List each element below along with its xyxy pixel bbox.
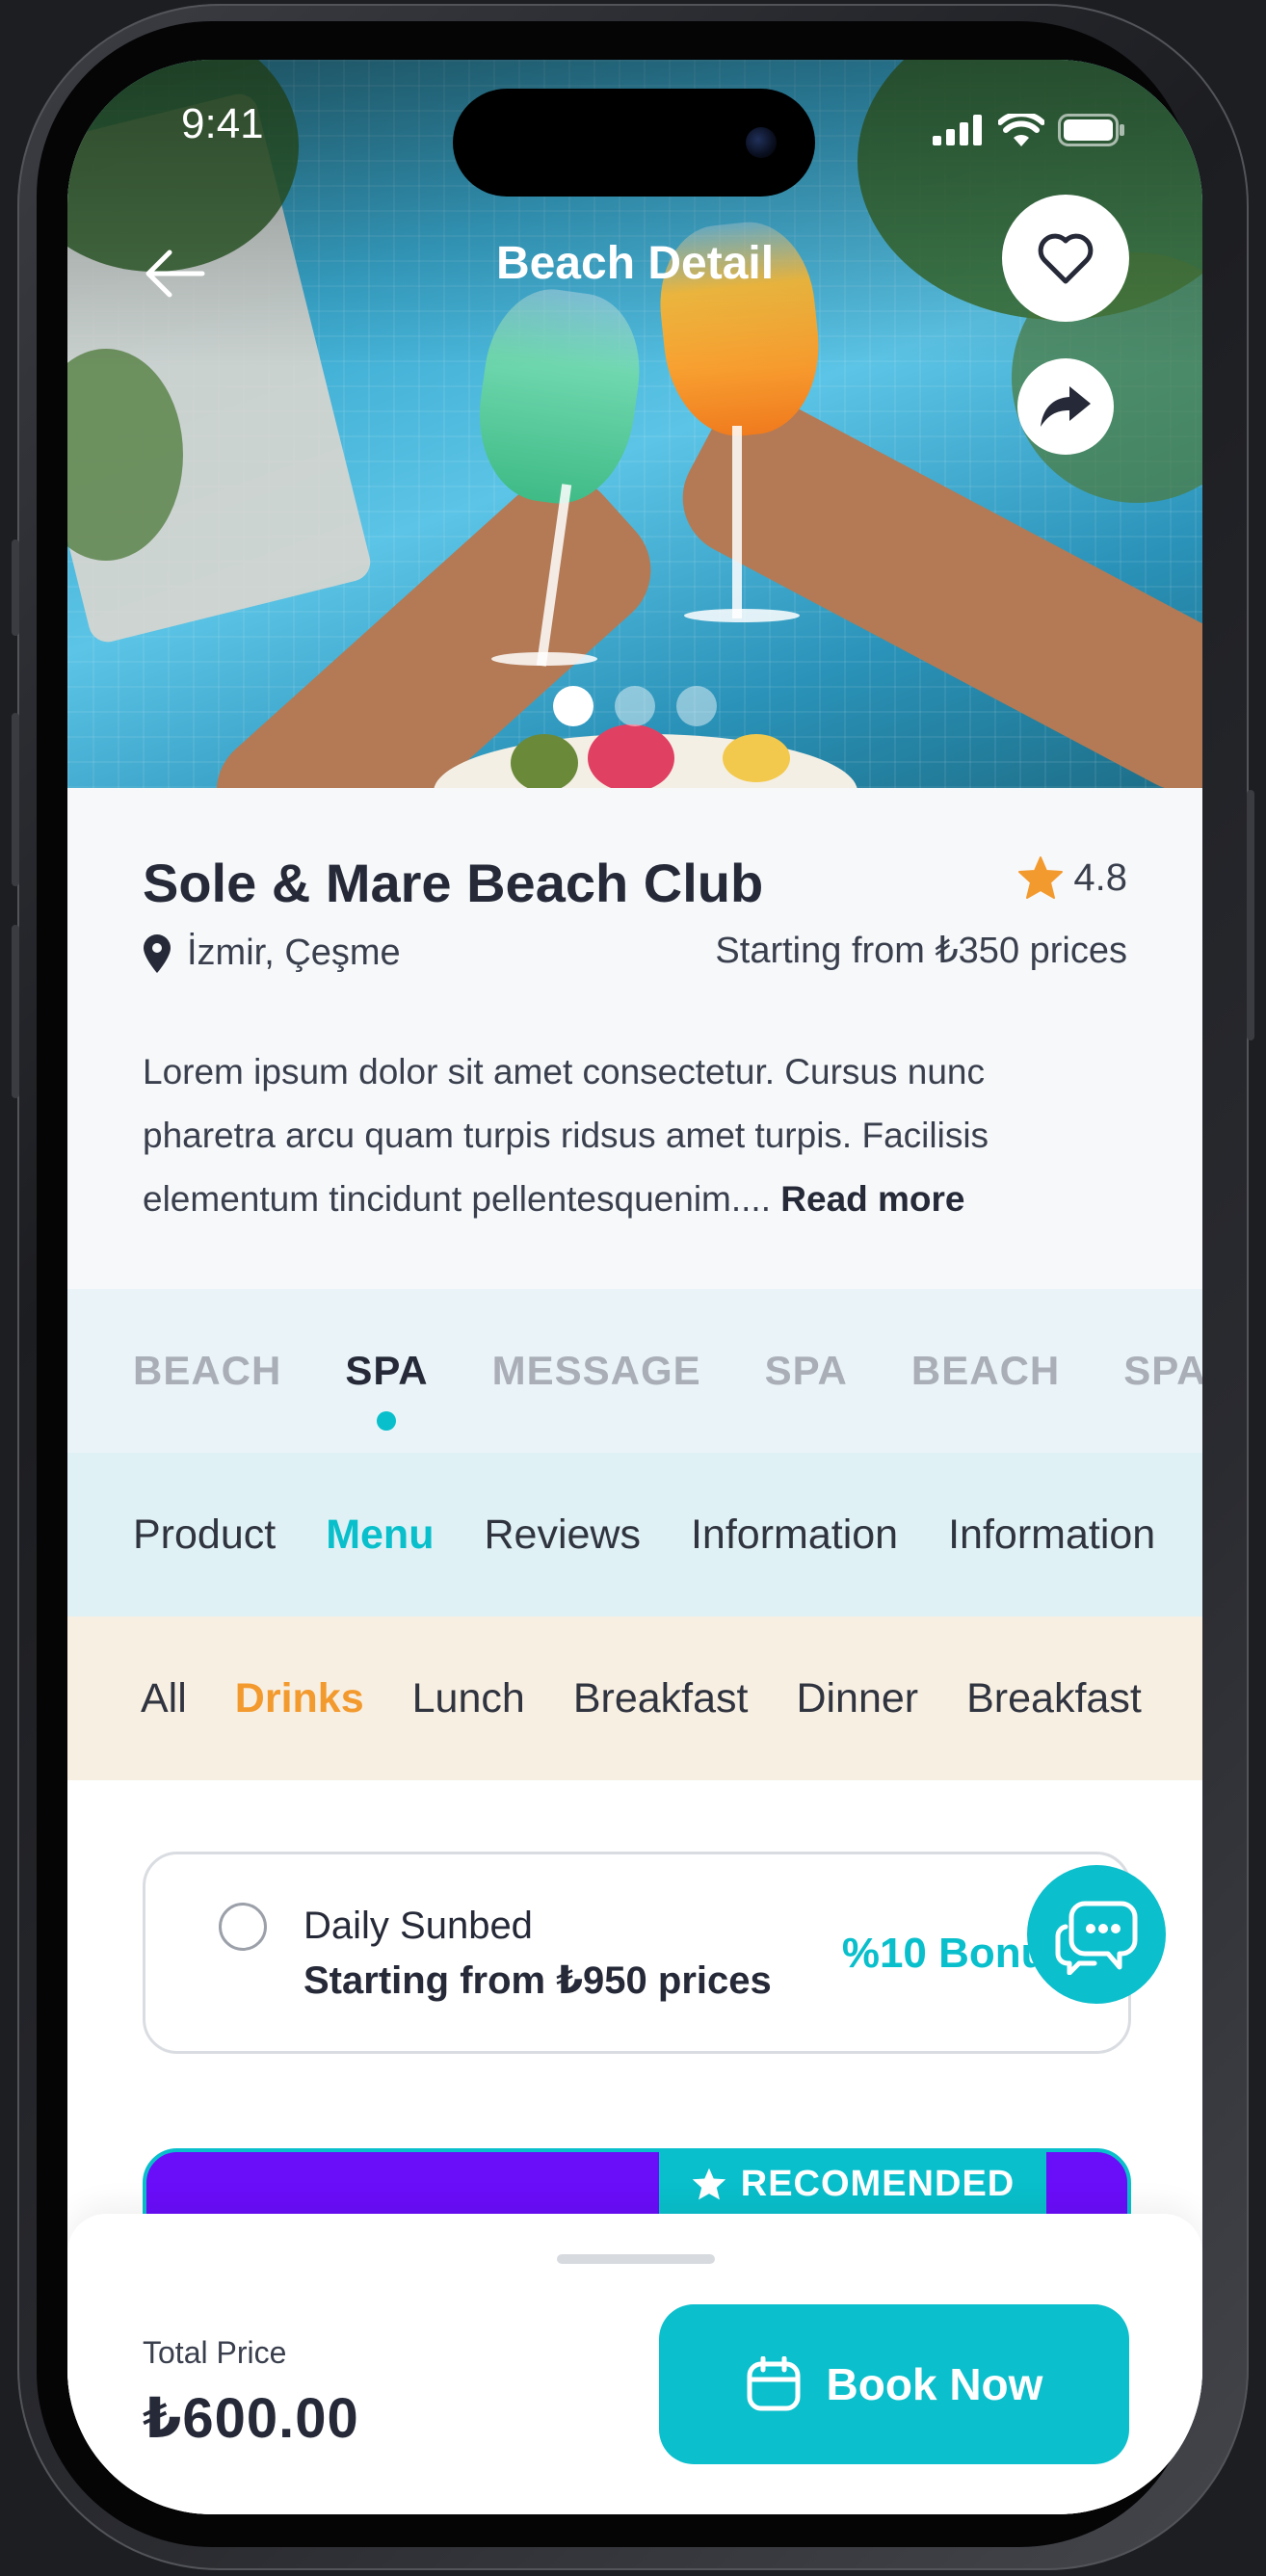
share-arrow-icon	[1041, 386, 1091, 427]
active-tab-indicator	[377, 1411, 397, 1431]
filter-drinks[interactable]: Drinks	[235, 1675, 364, 1722]
tab-reviews[interactable]: Reviews	[484, 1511, 641, 1559]
tab-information-2[interactable]: Information	[948, 1511, 1155, 1559]
carousel-dot[interactable]	[676, 686, 717, 726]
chat-bubbles-icon	[1055, 1901, 1138, 1975]
status-icons	[933, 114, 1125, 146]
tab-beach[interactable]: BEACH	[133, 1348, 281, 1394]
tab-product[interactable]: Product	[133, 1511, 276, 1559]
rating: 4.8	[1017, 855, 1127, 900]
menu-filter-tabs: All Drinks Lunch Breakfast Dinner Breakf…	[67, 1617, 1202, 1780]
filter-all[interactable]: All	[141, 1675, 187, 1722]
heart-icon	[1038, 233, 1094, 284]
venue-name: Sole & Mare Beach Club	[143, 853, 764, 913]
read-more-link[interactable]: Read more	[780, 1179, 964, 1219]
status-time: 9:41	[181, 100, 264, 147]
star-icon	[692, 2168, 725, 2200]
side-button-silent	[12, 539, 19, 636]
total-price-label: Total Price	[143, 2335, 287, 2370]
description: Lorem ipsum dolor sit amet consectetur. …	[143, 1040, 1125, 1231]
side-button-volume-down	[12, 925, 19, 1098]
tab-beach-2[interactable]: BEACH	[911, 1348, 1060, 1394]
carousel-dot[interactable]	[615, 686, 655, 726]
favorite-button[interactable]	[1002, 195, 1129, 322]
dynamic-island	[453, 89, 815, 197]
star-icon	[1018, 856, 1064, 899]
filter-lunch[interactable]: Lunch	[412, 1675, 525, 1722]
tab-message[interactable]: MESSAGE	[492, 1348, 701, 1394]
recommended-badge: RECOMENDED	[659, 2152, 1046, 2216]
section-tabs: Product Menu Reviews Information Informa…	[67, 1453, 1202, 1617]
carousel-dots[interactable]	[553, 686, 717, 726]
sheet-grabber[interactable]	[557, 2254, 715, 2264]
category-tabs: BEACH SPA MESSAGE SPA BEACH SPA	[67, 1289, 1202, 1453]
total-price-value: ₺600.00	[143, 2387, 359, 2450]
tab-menu[interactable]: Menu	[326, 1511, 434, 1559]
tab-spa[interactable]: SPA	[345, 1348, 429, 1431]
app-screen: 9:41 Beach Detail Sole & Mare Beach Club…	[67, 60, 1202, 2514]
side-button-power	[1247, 790, 1254, 1040]
share-button[interactable]	[1017, 358, 1114, 455]
option-title: Daily Sunbed	[303, 1905, 533, 1947]
battery-icon	[1058, 114, 1124, 146]
filter-dinner[interactable]: Dinner	[796, 1675, 918, 1722]
calendar-icon	[747, 2356, 801, 2411]
filter-breakfast[interactable]: Breakfast	[573, 1675, 749, 1722]
location-pin-icon	[144, 933, 171, 973]
venue-info: Sole & Mare Beach Club 4.8 İzmir, Çeşme …	[67, 788, 1202, 1289]
location: İzmir, Çeşme	[143, 933, 401, 974]
starting-price: Starting from ₺350 prices	[715, 931, 1127, 971]
tab-spa-2[interactable]: SPA	[765, 1348, 848, 1394]
side-button-volume-up	[12, 713, 19, 886]
tab-spa-3[interactable]: SPA	[1123, 1348, 1202, 1394]
option-card-daily-sunbed[interactable]: Daily Sunbed Starting from ₺950 prices %…	[143, 1852, 1131, 2054]
booking-bar: Total Price ₺600.00 Book Now	[67, 2214, 1202, 2514]
tab-information[interactable]: Information	[691, 1511, 898, 1559]
location-text: İzmir, Çeşme	[187, 933, 401, 973]
recommended-label: RECOMENDED	[740, 2163, 1015, 2204]
wifi-icon	[998, 114, 1044, 146]
signal-icon	[933, 115, 982, 145]
option-radio[interactable]	[219, 1903, 267, 1951]
book-now-label: Book Now	[826, 2359, 1043, 2409]
rating-value: 4.8	[1073, 855, 1127, 899]
carousel-dot[interactable]	[553, 686, 593, 726]
option-price: Starting from ₺950 prices	[303, 1959, 772, 2002]
book-now-button[interactable]: Book Now	[659, 2304, 1129, 2464]
chat-button[interactable]	[1027, 1865, 1166, 2004]
filter-breakfast-2[interactable]: Breakfast	[966, 1675, 1142, 1722]
tab-spa-label: SPA	[345, 1348, 429, 1393]
hero-image[interactable]: 9:41 Beach Detail	[67, 60, 1202, 788]
